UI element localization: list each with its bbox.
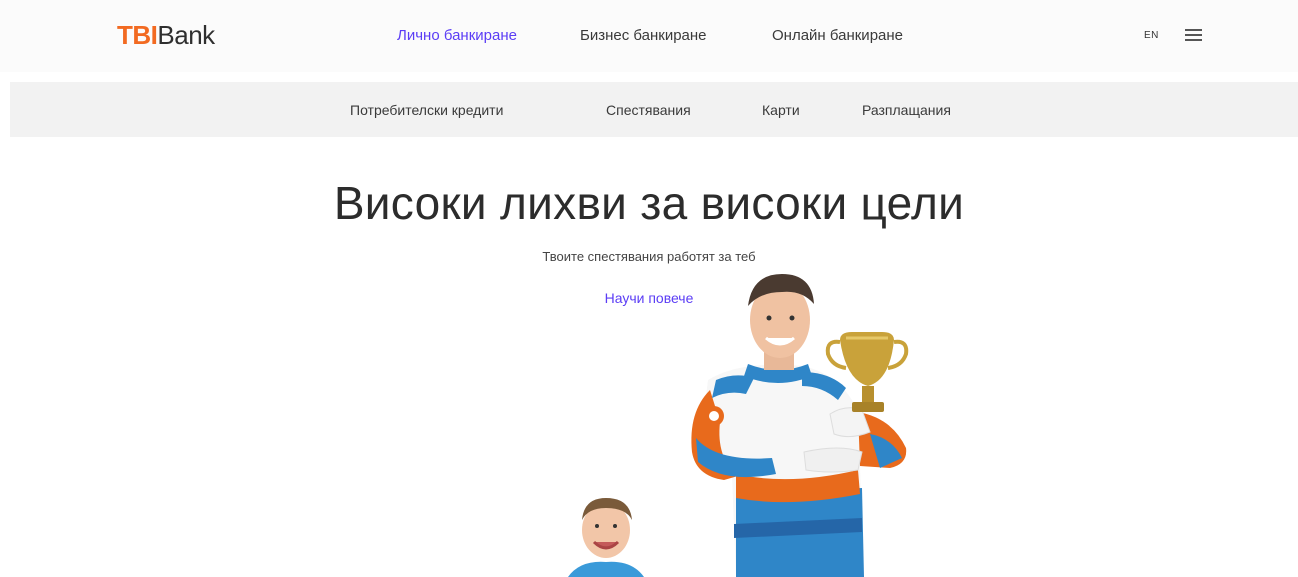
- subnav-savings[interactable]: Спестявания: [606, 100, 691, 120]
- nav-online-banking[interactable]: Онлайн банкиране: [772, 26, 903, 46]
- hero-illustration: [568, 274, 909, 577]
- racer-figure: [691, 274, 907, 577]
- language-switch[interactable]: EN: [1144, 30, 1159, 41]
- logo[interactable]: TBIBank: [117, 20, 215, 50]
- logo-bank: Bank: [157, 20, 215, 50]
- child-figure: [568, 498, 644, 577]
- subnav-payments[interactable]: Разплащания: [862, 100, 951, 120]
- top-header: TBIBank Лично банкиране Бизнес банкиране…: [0, 0, 1298, 72]
- logo-tbi: TBI: [117, 20, 158, 50]
- subnav-consumer-loans[interactable]: Потребителски кредити: [350, 100, 503, 120]
- sub-nav: Потребителски кредити Спестявания Карти …: [10, 82, 1298, 137]
- hamburger-menu-icon[interactable]: [1185, 29, 1202, 42]
- nav-business-banking[interactable]: Бизнес банкиране: [580, 26, 707, 46]
- subnav-cards[interactable]: Карти: [762, 100, 800, 120]
- page: TBIBank Лично банкиране Бизнес банкиране…: [0, 0, 1298, 577]
- nav-personal-banking[interactable]: Лично банкиране: [397, 26, 517, 46]
- hero-title: Високи лихви за високи цели: [333, 177, 965, 229]
